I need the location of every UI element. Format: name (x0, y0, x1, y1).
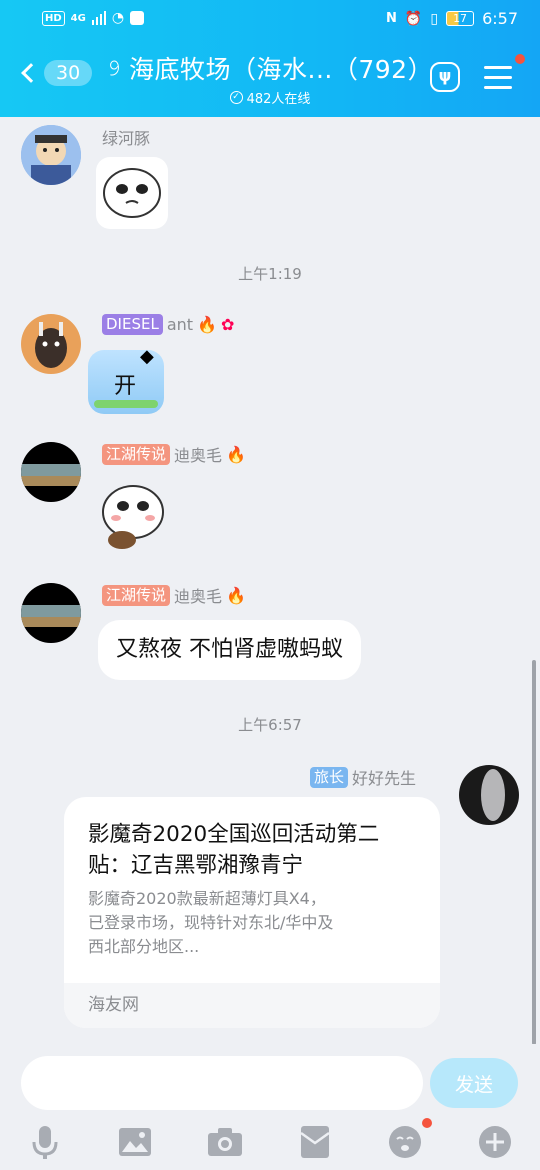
check-circle-icon: ✓ (229, 91, 243, 104)
input-toolbar (0, 1118, 540, 1170)
message-input[interactable] (21, 1056, 423, 1110)
sender-name-row: DIESEL ant 🔥 ✿ (102, 314, 234, 335)
sender-name: ant (166, 315, 194, 334)
send-button[interactable]: 发送 (430, 1058, 518, 1108)
back-button[interactable]: 30 (21, 60, 93, 86)
image-icon (119, 1128, 151, 1156)
avatar[interactable] (21, 442, 81, 502)
alarm-icon: ⏰ (404, 10, 423, 27)
camera-icon (208, 1128, 242, 1156)
chevron-left-icon (21, 63, 41, 83)
fire-icon: 🔥 (226, 585, 246, 605)
sender-name-row: 江湖传说 迪奥毛 🔥 (102, 442, 246, 466)
chat-header: HD 4G ◔ N ⏰ ▯ 17 6:57 30 𝟿 海底牧场（海水...（79… (0, 0, 540, 117)
image-button[interactable] (110, 1120, 160, 1164)
group-title-area[interactable]: 𝟿 海底牧场（海水...（792） ✓ 482人在线 (106, 50, 434, 107)
avatar[interactable] (21, 314, 81, 374)
card-description: 影魔奇2020款最新超薄灯具X4，已登录市场，现特针对东北/华中及西北部分地区.… (88, 889, 334, 956)
sender-name-row: 江湖传说 迪奥毛 🔥 (102, 583, 246, 607)
avatar[interactable] (21, 583, 81, 643)
signal-icon (91, 11, 106, 25)
plus-circle-icon (479, 1126, 511, 1158)
sender-name-row: 旅长 好好先生 (310, 765, 416, 789)
battery-icon: 17 (446, 11, 475, 26)
notification-dot (422, 1118, 432, 1128)
input-area: 发送 (0, 1044, 540, 1170)
grass-decoration (94, 400, 158, 408)
nfc-icon: N (386, 11, 397, 26)
group-title: 海底牧场（海水...（792） (129, 55, 434, 84)
status-bar: HD 4G ◔ N ⏰ ▯ 17 6:57 (0, 0, 540, 40)
kite-icon: ◆ (140, 350, 154, 367)
card-source: 海友网 (64, 983, 440, 1028)
text-message-bubble[interactable]: 又熬夜 不怕肾虚嗷蚂蚁 (98, 620, 361, 680)
group-title-badge: 江湖传说 (102, 443, 171, 465)
sender-name: 好好先生 (352, 769, 417, 788)
microphone-icon (32, 1126, 58, 1159)
more-button[interactable] (470, 1120, 520, 1164)
ear-icon: 𝟿 (106, 55, 122, 81)
fire-icon: 🔥 (197, 315, 217, 334)
flower-icon: ✿ (220, 315, 235, 334)
timestamp: 上午6:57 (238, 716, 302, 734)
wifi-icon: ◔ (111, 10, 125, 26)
clock: 6:57 (482, 9, 518, 28)
vibrate-icon: ▯ (430, 10, 439, 27)
hd-indicator: HD (42, 10, 65, 26)
voice-button[interactable] (20, 1120, 70, 1164)
shared-link-card[interactable]: 影魔奇2020全国巡回活动第二贴：辽吉黑鄂湘豫青宁 影魔奇2020款最新超薄灯具… (64, 797, 440, 1028)
kite-bubble-message[interactable]: 开 ◆ (88, 350, 164, 414)
timestamp: 上午1:19 (238, 265, 302, 283)
sender-name: 迪奥毛 (174, 587, 223, 606)
message-text: 开 (114, 374, 137, 399)
camera-button[interactable] (200, 1120, 250, 1164)
emoji-icon (389, 1126, 421, 1158)
fire-icon: 🔥 (226, 444, 246, 464)
group-title-badge: 江湖传说 (102, 584, 171, 606)
sender-name: 迪奥毛 (174, 446, 223, 465)
menu-icon[interactable] (484, 66, 512, 96)
red-packet-icon (300, 1126, 330, 1158)
app-notification-icon (130, 11, 145, 25)
scrollbar[interactable] (532, 660, 536, 1045)
emoji-button[interactable] (380, 1118, 432, 1164)
avatar[interactable] (21, 125, 81, 185)
group-title-badge: 旅长 (310, 766, 349, 788)
card-title: 影魔奇2020全国巡回活动第二贴：辽吉黑鄂湘豫青宁 (88, 822, 380, 878)
red-packet-button[interactable] (290, 1120, 340, 1164)
notification-dot (515, 54, 525, 64)
sticker-message[interactable] (96, 478, 170, 552)
sticker-message[interactable] (96, 157, 168, 229)
group-title-badge: DIESEL (102, 314, 163, 335)
online-count: 482人在线 (246, 92, 311, 107)
avatar[interactable] (459, 765, 519, 825)
sender-name: 绿河豚 (102, 129, 151, 148)
network-label: 4G (70, 12, 86, 24)
sender-name-row: 绿河豚 (102, 125, 150, 149)
unread-count: 30 (44, 60, 93, 86)
hand-gesture-icon[interactable]: ψ (430, 62, 460, 92)
